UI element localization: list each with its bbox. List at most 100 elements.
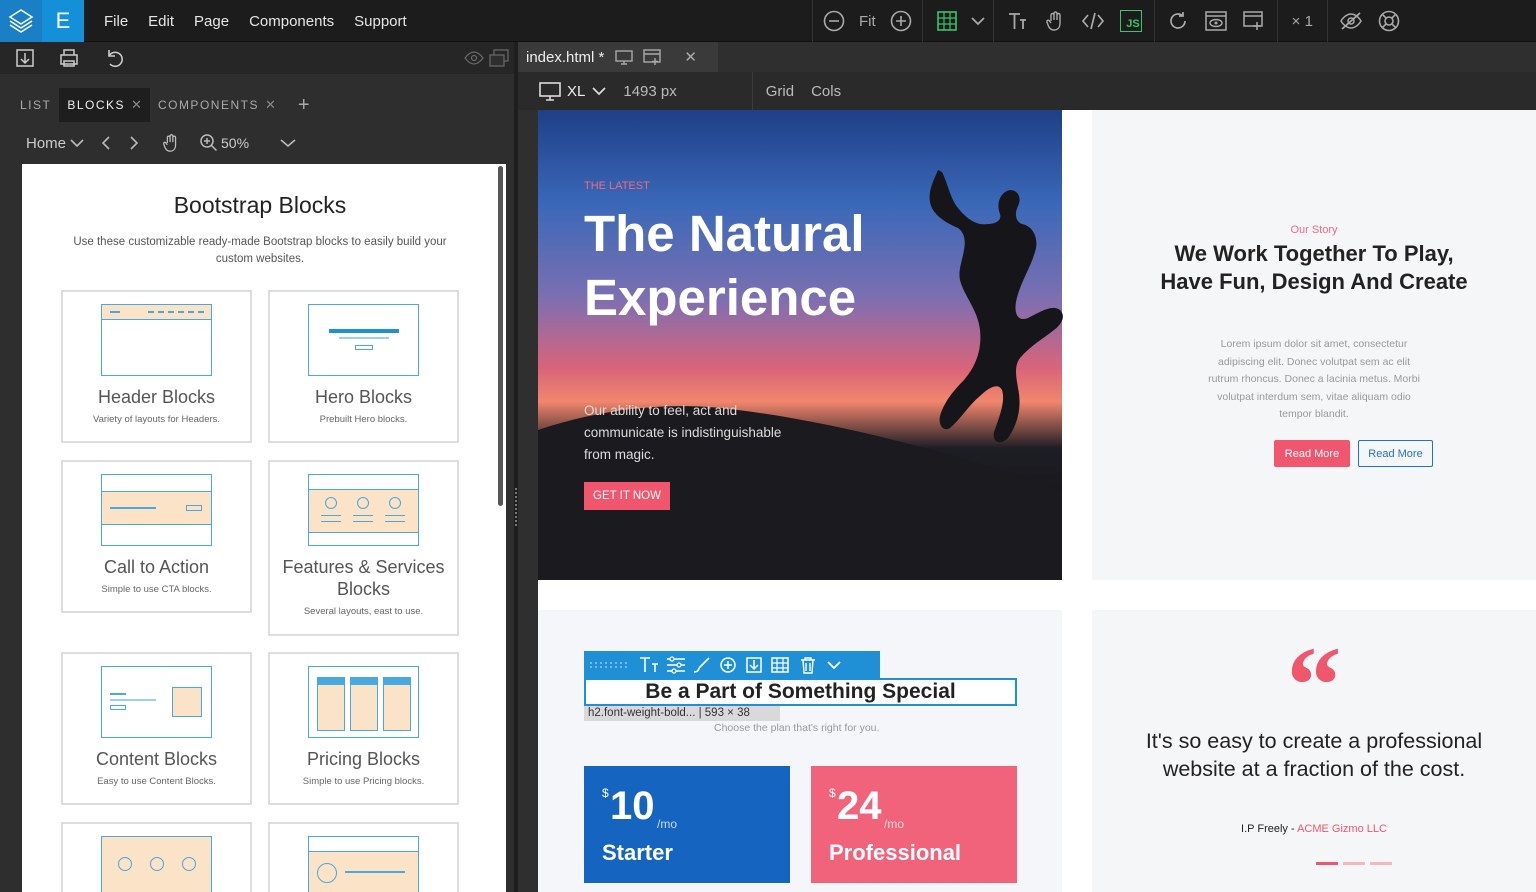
forward-button[interactable]	[129, 135, 139, 151]
refresh-button[interactable]	[1159, 0, 1197, 42]
block-card-hero[interactable]: Hero Blocks Prebuilt Hero blocks.	[268, 290, 459, 443]
preview-button[interactable]	[1197, 0, 1235, 42]
plan-period: /mo	[657, 817, 678, 831]
tab-list[interactable]: LIST	[12, 88, 59, 122]
grid-icon[interactable]	[768, 656, 792, 674]
viewport-width[interactable]: 1493 px	[623, 83, 676, 100]
plan-card-starter[interactable]: $ 10 /mo Starter	[584, 766, 790, 883]
file-tab[interactable]: index.html * ✕	[518, 42, 718, 72]
block-card-more-2[interactable]	[268, 822, 459, 892]
sliders-icon[interactable]	[664, 655, 688, 674]
block-card-more-1[interactable]	[61, 822, 252, 892]
zoom-in-button[interactable]	[884, 0, 918, 42]
code-icon	[1081, 12, 1104, 30]
zoom-button[interactable]: 50%	[199, 133, 249, 153]
menu-file[interactable]: File	[104, 13, 128, 30]
menu-page[interactable]: Page	[194, 13, 229, 30]
help-button[interactable]	[1370, 0, 1408, 42]
eye-icon	[464, 51, 484, 65]
app-logo-icon[interactable]	[0, 0, 42, 42]
export-icon	[1242, 11, 1263, 30]
card-desc: Easy to use Content Blocks.	[97, 776, 216, 787]
block-card-cta[interactable]: Call to Action Simple to use CTA blocks.	[61, 460, 252, 613]
block-card-pricing[interactable]: Pricing Blocks Simple to use Pricing blo…	[268, 652, 459, 805]
js-icon: JS	[1119, 10, 1142, 32]
close-icon[interactable]: ✕	[265, 97, 276, 113]
visibility-toggle[interactable]	[464, 51, 484, 65]
main-menu: File Edit Page Components Support	[104, 0, 427, 42]
cols-toggle[interactable]: Cols	[811, 83, 841, 100]
pan-button[interactable]	[161, 133, 181, 153]
eye-off-icon	[1340, 12, 1362, 30]
card-title: Header Blocks	[97, 387, 216, 407]
menu-support[interactable]: Support	[354, 13, 407, 30]
options-dropdown[interactable]	[279, 138, 297, 148]
card-title: Pricing Blocks	[306, 749, 421, 769]
window-icon	[489, 49, 509, 67]
breadcrumb[interactable]: Home	[26, 135, 66, 152]
library-scrollbar[interactable]	[498, 166, 503, 506]
code-button[interactable]	[1074, 0, 1112, 42]
tab-components-label: COMPONENTS	[157, 98, 259, 112]
fit-button[interactable]: Fit	[851, 0, 884, 42]
add-tab-button[interactable]: +	[290, 88, 318, 122]
header-blocks-thumbnail	[101, 304, 212, 376]
story-section: Our Story We Work Together To Play, Have…	[1092, 110, 1536, 580]
block-card-header[interactable]: Header Blocks Variety of layouts for Hea…	[61, 290, 252, 443]
brush-icon[interactable]	[690, 656, 714, 674]
hide-button[interactable]	[1332, 0, 1370, 42]
read-more-outline-button[interactable]: Read More	[1358, 440, 1433, 467]
device-selector[interactable]: XL	[538, 81, 607, 101]
text-tool-button[interactable]	[998, 0, 1036, 42]
hero-section[interactable]: THE LATEST The Natural Experience Our ab…	[538, 110, 1063, 580]
import-icon[interactable]	[742, 656, 766, 674]
story-title: We Work Together To Play, Have Fun, Desi…	[1160, 241, 1468, 294]
trash-icon[interactable]	[796, 656, 820, 674]
lifebuoy-icon	[1378, 10, 1400, 32]
selected-heading[interactable]: Be a Part of Something Special	[584, 678, 1017, 706]
carousel-dot[interactable]	[1343, 862, 1365, 865]
card-title: Content Blocks	[95, 749, 218, 769]
print-button[interactable]	[58, 47, 80, 69]
menu-edit[interactable]: Edit	[148, 13, 174, 30]
grid-toggle[interactable]: Grid	[766, 83, 794, 100]
read-more-button[interactable]: Read More	[1274, 440, 1350, 467]
carousel-dot[interactable]	[1370, 862, 1392, 865]
multiplier-label[interactable]: × 1	[1282, 0, 1323, 42]
undo-button[interactable]	[104, 47, 126, 69]
add-icon[interactable]	[716, 656, 740, 674]
tab-components[interactable]: COMPONENTS ✕	[150, 88, 284, 122]
layout-toggle-button[interactable]	[927, 0, 967, 42]
drag-handle-icon[interactable]	[584, 651, 634, 678]
content-blocks-thumbnail	[101, 666, 212, 738]
zoom-out-button[interactable]	[817, 0, 851, 42]
undock-button[interactable]	[489, 49, 509, 67]
get-it-now-button[interactable]: GET IT NOW	[584, 482, 670, 510]
chevron-down-icon[interactable]	[824, 656, 844, 674]
tab-blocks[interactable]: BLOCKS ✕	[59, 88, 150, 122]
plan-amount: 10	[610, 784, 655, 828]
export-button[interactable]	[1235, 0, 1273, 42]
text-icon[interactable]	[638, 656, 662, 674]
hero-text: Our ability to feel, act and communicate…	[584, 403, 782, 462]
editor-logo[interactable]: E	[42, 0, 84, 42]
js-button[interactable]: JS	[1112, 0, 1150, 42]
hand-icon	[1045, 11, 1061, 31]
hero-eyebrow: THE LATEST	[584, 180, 650, 192]
carousel-dot[interactable]	[1316, 862, 1338, 865]
block-card-content[interactable]: Content Blocks Easy to use Content Block…	[61, 652, 252, 805]
menu-components[interactable]: Components	[249, 13, 334, 30]
library-title: Bootstrap Blocks	[173, 192, 347, 218]
close-icon[interactable]: ✕	[131, 97, 142, 113]
import-button[interactable]	[14, 47, 36, 69]
back-button[interactable]	[101, 135, 111, 151]
block-card-features[interactable]: Features & Services Blocks Several layou…	[268, 460, 459, 636]
plan-card-professional[interactable]: $ 24 /mo Professional	[811, 766, 1017, 883]
layout-grid-icon	[936, 11, 957, 31]
layout-dropdown-button[interactable]	[967, 0, 989, 42]
hand-tool-button[interactable]	[1036, 0, 1074, 42]
card-desc: Prebuilt Hero blocks.	[319, 414, 408, 425]
card-title: Features & Services Blocks	[282, 557, 445, 599]
close-tab-icon[interactable]: ✕	[684, 48, 697, 66]
page-canvas: THE LATEST The Natural Experience Our ab…	[538, 110, 1536, 892]
